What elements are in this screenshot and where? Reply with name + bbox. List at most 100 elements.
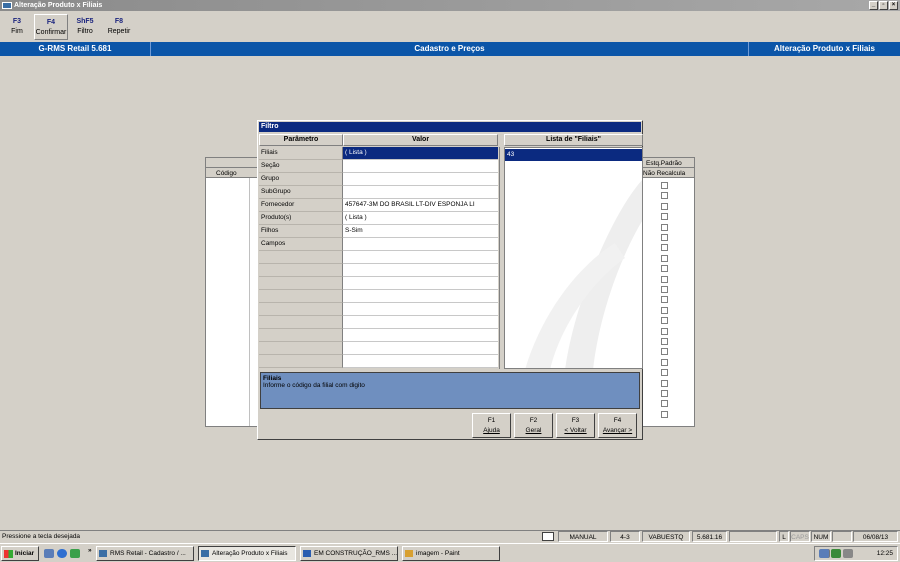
volume-icon[interactable] [843,549,853,558]
param-name [259,316,343,329]
recalc-checkbox[interactable] [661,410,668,418]
browser-icon[interactable] [57,549,67,558]
param-value[interactable]: 457647-3M DO BRASIL LT-DIV ESPONJA LI [343,199,498,212]
recalc-checkbox[interactable] [661,296,668,304]
taskbar: Iniciar » RMS Retail - Cadastro / ... Al… [0,543,900,562]
exit-button[interactable]: F3 Fim [0,14,34,40]
recalc-checkbox[interactable] [661,265,668,273]
task-label: imagem - Paint [416,550,460,557]
param-value[interactable] [343,160,498,173]
recalc-checkbox[interactable] [661,275,668,283]
confirm-button[interactable]: F4 Confirmar [34,14,68,40]
table-scrollbar[interactable] [499,147,503,369]
task-alteracao[interactable]: Alteração Produto x Filiais [198,546,296,561]
param-name: Filiais [259,147,343,160]
recalc-checkbox[interactable] [661,234,668,241]
value-column-header: Valor [343,134,498,146]
recalc-checkbox[interactable] [661,379,668,387]
recalc-checkbox[interactable] [661,244,668,252]
param-name: Filhos [259,225,343,238]
status-num: NUM [811,531,831,542]
module-title: Cadastro e Preços [151,42,749,56]
recalc-checkbox[interactable] [661,338,668,345]
recalc-checkbox[interactable] [661,286,668,293]
recalc-checkbox[interactable] [661,358,668,366]
quicklaunch-chevron-icon[interactable]: » [88,547,92,554]
task-em-construcao[interactable]: EM CONSTRUÇÃO_RMS ... [300,546,398,561]
param-value[interactable] [343,251,498,264]
window-title: Alteração Produto x Filiais [14,2,103,9]
window-title-bar: Alteração Produto x Filiais _ ▫ × [0,0,900,11]
watermark-logo [525,180,642,368]
status-blank [729,531,777,542]
recalc-checkbox[interactable] [661,213,668,221]
recalc-checkbox[interactable] [661,192,668,200]
help-button[interactable]: F1 Ajuda [472,413,511,438]
recalc-checkbox[interactable] [661,327,668,335]
next-label: Avançar > [602,427,633,434]
desktop-icon[interactable] [44,549,54,558]
recalc-checkbox[interactable] [661,223,668,231]
confirm-key: F4 [46,19,56,26]
dialog-title: Filtro [259,122,641,132]
status-message: Pressione a tecla desejada [2,533,81,540]
param-name [259,342,343,355]
app-version: G-RMS Retail 5.681 [0,42,151,56]
param-name: SubGrupo [259,186,343,199]
recalc-checkbox[interactable] [661,306,668,314]
task-paint[interactable]: imagem - Paint [402,546,500,561]
general-button[interactable]: F2 Geral [514,413,553,438]
confirm-label: Confirmar [35,29,67,36]
param-value[interactable] [343,264,498,277]
recalc-checkbox[interactable] [661,348,668,356]
list-item[interactable]: 43 [505,149,642,161]
back-key: F3 [571,417,580,424]
security-icon[interactable] [831,549,841,558]
status-mode: MANUAL [558,531,608,542]
recalc-checkbox[interactable] [661,400,668,408]
recalc-checkbox[interactable] [661,202,668,210]
back-label: < Voltar [564,427,587,434]
minimize-button[interactable]: _ [869,1,878,10]
param-value[interactable] [343,277,498,290]
next-button[interactable]: F4 Avançar > [598,413,637,438]
param-value[interactable] [343,355,498,368]
network-icon[interactable] [819,549,829,558]
maximize-button[interactable]: ▫ [879,1,888,10]
quicklaunch-icon[interactable] [70,549,80,558]
recalc-checkbox[interactable] [661,254,668,262]
param-value[interactable] [343,186,498,199]
header-bar: G-RMS Retail 5.681 Cadastro e Preços Alt… [0,42,900,56]
status-user: VABUESTQ [642,531,690,542]
filiais-list: 43 [504,147,643,369]
recalc-checkbox[interactable] [661,182,668,189]
param-value[interactable] [343,303,498,316]
param-value[interactable] [343,290,498,303]
recalc-checkbox[interactable] [661,317,668,325]
param-name: Produto(s) [259,212,343,225]
back-button[interactable]: F3 < Voltar [556,413,595,438]
recalc-checkbox[interactable] [661,369,668,377]
task-rms-cadastro[interactable]: RMS Retail - Cadastro / ... [96,546,194,561]
grid-column-divider [249,178,250,426]
start-button[interactable]: Iniciar [1,546,39,561]
param-value[interactable] [343,316,498,329]
filter-button[interactable]: ShF5 Filtro [68,14,102,40]
param-value[interactable] [343,173,498,186]
repeat-button[interactable]: F8 Repetir [102,14,136,40]
param-value[interactable]: ( Lista ) [343,147,498,160]
param-value[interactable] [343,329,498,342]
recalc-checkbox[interactable] [661,390,668,397]
status-bar: Pressione a tecla desejada MANUAL 4-3 VA… [0,530,900,542]
grid-col-codigo: Código [216,170,237,177]
param-value[interactable]: S-Sim [343,225,498,238]
param-value[interactable]: ( Lista ) [343,212,498,225]
filter-label: Filtro [77,28,93,35]
help-box: Filiais Informe o código da filial com d… [260,372,640,409]
param-value[interactable] [343,238,498,251]
param-name [259,264,343,277]
word-icon [303,550,311,557]
param-name: Grupo [259,173,343,186]
param-value[interactable] [343,342,498,355]
close-button[interactable]: × [889,1,898,10]
